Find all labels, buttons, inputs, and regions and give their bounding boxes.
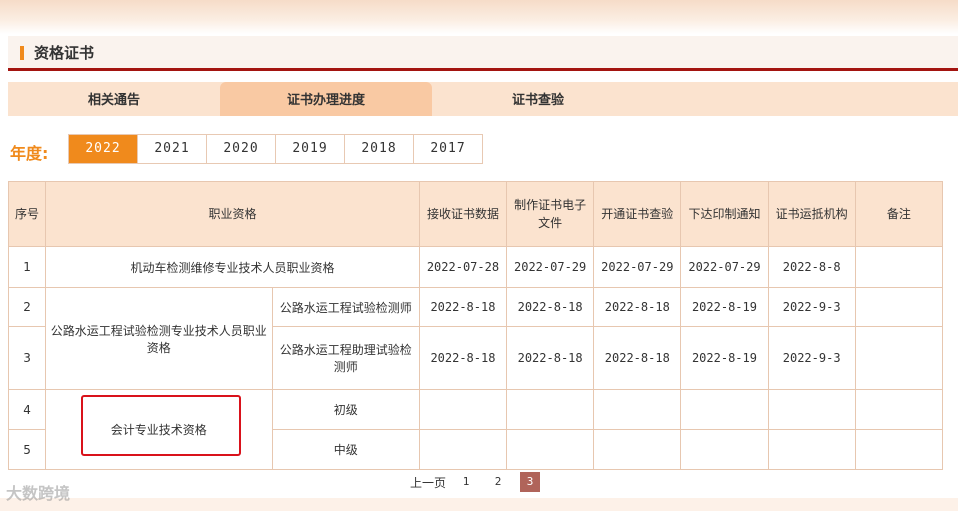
cell-receive: 2022-8-18 bbox=[418, 326, 508, 390]
cell-seq: 5 bbox=[7, 429, 47, 470]
table-row: 2 公路水运工程试验检测专业技术人员职业资格 公路水运工程试验检测师 2022-… bbox=[7, 287, 944, 390]
cell-sub-qualification: 中级 bbox=[271, 429, 420, 470]
cell-print bbox=[680, 389, 769, 430]
page-link-3-current[interactable]: 3 bbox=[520, 472, 541, 492]
header-open: 开通证书查验 bbox=[593, 181, 682, 247]
cell-open bbox=[593, 389, 682, 430]
cell-make: 2022-8-18 bbox=[506, 326, 595, 390]
cell-sub-qualification: 公路水运工程试验检测师 bbox=[271, 287, 420, 327]
cell-remark bbox=[854, 389, 944, 430]
page-link-2[interactable]: 2 bbox=[488, 472, 508, 492]
cell-receive: 2022-07-28 bbox=[418, 246, 508, 288]
cell-open: 2022-8-18 bbox=[593, 326, 682, 390]
cell-sub-qualification: 公路水运工程助理试验检测师 bbox=[271, 326, 420, 390]
cell-print: 2022-8-19 bbox=[680, 326, 769, 390]
year-selector: 2022 2021 2020 2019 2018 2017 bbox=[68, 134, 483, 164]
header-seq: 序号 bbox=[7, 181, 47, 247]
watermark-logo: 大数跨境 bbox=[6, 484, 71, 503]
cell-remark bbox=[854, 287, 944, 327]
tab-bar: 相关通告 证书办理进度 证书查验 bbox=[8, 82, 958, 116]
cell-seq: 2 bbox=[7, 287, 47, 327]
table-row: 1 机动车检测维修专业技术人员职业资格 2022-07-28 2022-07-2… bbox=[7, 246, 944, 288]
cell-seq: 4 bbox=[7, 389, 47, 430]
cell-make bbox=[506, 389, 595, 430]
header-print: 下达印制通知 bbox=[680, 181, 769, 247]
prev-page-link[interactable]: 上一页 bbox=[410, 474, 446, 491]
cell-remark bbox=[854, 326, 944, 390]
cell-make: 2022-8-18 bbox=[506, 287, 595, 327]
cell-seq: 1 bbox=[7, 246, 47, 288]
cell-print: 2022-07-29 bbox=[680, 246, 769, 288]
cell-open: 2022-8-18 bbox=[593, 287, 682, 327]
section-marker bbox=[20, 46, 24, 60]
cell-seq: 3 bbox=[7, 326, 47, 390]
header-receive: 接收证书数据 bbox=[418, 181, 508, 247]
cell-deliver bbox=[767, 389, 856, 430]
cell-remark bbox=[854, 246, 944, 288]
pagination: 上一页 1 2 3 bbox=[410, 471, 552, 493]
cell-make bbox=[506, 429, 595, 470]
year-2020[interactable]: 2020 bbox=[207, 135, 276, 163]
cell-deliver: 2022-9-3 bbox=[767, 326, 856, 390]
section-title: 资格证书 bbox=[34, 44, 95, 62]
cell-print: 2022-8-19 bbox=[680, 287, 769, 327]
year-2017[interactable]: 2017 bbox=[414, 135, 482, 163]
cell-sub-qualification: 初级 bbox=[271, 389, 420, 430]
cell-deliver: 2022-8-8 bbox=[767, 246, 856, 288]
cell-receive bbox=[418, 389, 508, 430]
cell-deliver: 2022-9-3 bbox=[767, 287, 856, 327]
year-2021[interactable]: 2021 bbox=[138, 135, 207, 163]
header-make: 制作证书电子文件 bbox=[506, 181, 595, 247]
header-deliver: 证书运抵机构 bbox=[767, 181, 856, 247]
section-header: 资格证书 bbox=[8, 36, 958, 71]
tab-notices[interactable]: 相关通告 bbox=[8, 82, 220, 116]
page-link-1[interactable]: 1 bbox=[456, 472, 476, 492]
tab-verify[interactable]: 证书查验 bbox=[432, 82, 644, 116]
cell-open: 2022-07-29 bbox=[593, 246, 682, 288]
year-label: 年度: bbox=[10, 144, 49, 163]
cell-open bbox=[593, 429, 682, 470]
cell-print bbox=[680, 429, 769, 470]
header-remark: 备注 bbox=[854, 181, 944, 247]
cell-remark bbox=[854, 429, 944, 470]
cell-make: 2022-07-29 bbox=[506, 246, 595, 288]
cell-receive: 2022-8-18 bbox=[418, 287, 508, 327]
table-header-row: 序号 职业资格 接收证书数据 制作证书电子文件 开通证书查验 下达印制通知 证书… bbox=[7, 181, 944, 247]
year-2022[interactable]: 2022 bbox=[69, 135, 138, 163]
cell-qualification: 机动车检测维修专业技术人员职业资格 bbox=[45, 246, 420, 288]
cell-qualification: 公路水运工程试验检测专业技术人员职业资格 bbox=[45, 287, 273, 390]
highlight-annotation bbox=[81, 395, 241, 456]
footer-band bbox=[0, 498, 958, 511]
cell-receive bbox=[418, 429, 508, 470]
top-banner bbox=[0, 0, 958, 34]
cell-deliver bbox=[767, 429, 856, 470]
tab-progress[interactable]: 证书办理进度 bbox=[220, 82, 432, 116]
year-2018[interactable]: 2018 bbox=[345, 135, 414, 163]
header-qualification: 职业资格 bbox=[45, 181, 420, 247]
year-2019[interactable]: 2019 bbox=[276, 135, 345, 163]
